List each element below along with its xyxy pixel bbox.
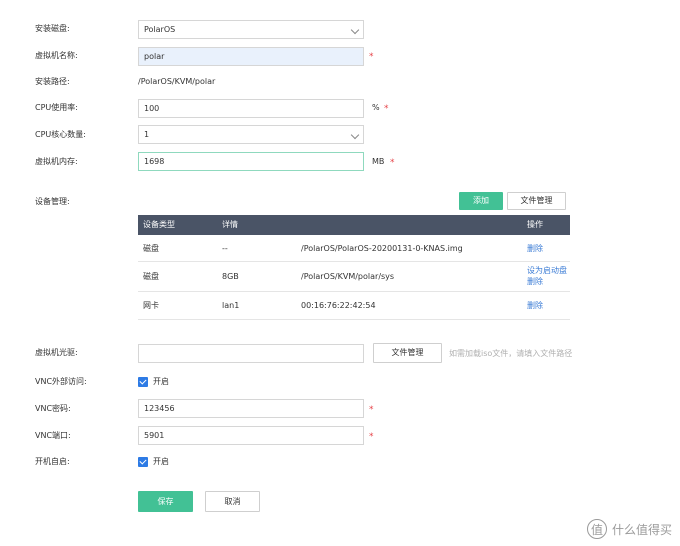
device-path: /PolarOS/PolarOS-20200131-0-KNAS.img [301,244,463,253]
required-mark: * [369,405,374,415]
delete-link[interactable]: 删除 [527,243,543,255]
watermark-logo: 值 [586,519,607,539]
chevron-down-icon [350,130,360,140]
device-detail: 8GB [222,272,239,281]
vm-name-label: 虚拟机名称: [35,51,78,60]
disk-select-value: PolarOS [144,25,176,34]
column-header-type: 设备类型 [143,220,175,229]
memory-value: 1698 [144,157,165,166]
device-table: 设备类型 详情 操作 磁盘 -- /PolarOS/PolarOS-202001… [138,215,570,320]
autostart-option[interactable]: 开启 [153,456,169,468]
disk-label: 安装磁盘: [35,24,70,33]
memory-input[interactable]: 1698 [138,152,364,171]
chevron-down-icon [350,25,360,35]
column-header-detail: 详情 [222,220,238,229]
watermark: 值 什么值得买 [586,519,672,539]
table-row: 网卡 lan1 00:16:76:22:42:54 删除 [138,292,570,320]
required-mark: * [369,432,374,442]
required-mark: * [369,52,374,62]
vnc-access-option[interactable]: 开启 [153,376,169,388]
save-button[interactable]: 保存 [138,491,193,512]
cpu-usage-value: 100 [144,104,160,113]
autostart-label: 开机自启: [35,457,70,466]
add-device-button[interactable]: 添加 [459,192,503,210]
vnc-port-value: 5901 [144,431,165,440]
device-path: 00:16:76:22:42:54 [301,301,376,310]
cpu-cores-value: 1 [144,130,150,139]
memory-label: 虚拟机内存: [35,157,78,166]
cpu-usage-input[interactable]: 100 [138,99,364,118]
cdrom-input[interactable] [138,344,364,363]
delete-link[interactable]: 删除 [527,300,543,312]
cdrom-hint: 如需加载iso文件，请填入文件路径 [449,349,573,358]
autostart-checkbox[interactable] [138,457,148,467]
install-path-label: 安装路径: [35,77,70,86]
devices-label: 设备管理: [35,197,70,206]
device-type: 磁盘 [143,244,159,253]
device-path: /PolarOS/KVM/polar/sys [301,272,395,281]
required-mark: * [384,104,389,114]
vm-name-input[interactable]: polar [138,47,364,66]
vnc-password-label: VNC密码: [35,404,71,413]
disk-select[interactable]: PolarOS [138,20,364,39]
device-table-header: 设备类型 详情 操作 [138,215,570,235]
cdrom-file-manager-button[interactable]: 文件管理 [373,343,442,363]
cancel-button[interactable]: 取消 [205,491,260,512]
device-type: 磁盘 [143,272,159,281]
cpu-cores-label: CPU核心数量: [35,130,86,139]
column-header-actions: 操作 [527,220,543,229]
vnc-port-label: VNC端口: [35,431,71,440]
vnc-password-value: 123456 [144,404,175,413]
vm-name-value: polar [144,52,165,61]
device-file-manager-button[interactable]: 文件管理 [507,192,566,210]
device-detail: lan1 [222,301,240,310]
cdrom-label: 虚拟机光驱: [35,348,78,357]
table-row: 磁盘 -- /PolarOS/PolarOS-20200131-0-KNAS.i… [138,235,570,262]
table-row: 磁盘 8GB /PolarOS/KVM/polar/sys 设为启动盘 删除 [138,262,570,292]
vnc-access-label: VNC外部访问: [35,377,87,386]
watermark-text: 什么值得买 [611,522,672,537]
cpu-usage-label: CPU使用率: [35,103,78,112]
cpu-usage-unit: % [372,103,380,112]
install-path-value: /PolarOS/KVM/polar [138,77,216,86]
delete-link[interactable]: 删除 [527,276,543,288]
vnc-password-input[interactable]: 123456 [138,399,364,418]
device-type: 网卡 [143,301,159,310]
memory-unit: MB [372,157,385,166]
vnc-port-input[interactable]: 5901 [138,426,364,445]
device-detail: -- [222,244,228,253]
vnc-access-checkbox[interactable] [138,377,148,387]
required-mark: * [390,158,395,168]
cpu-cores-select[interactable]: 1 [138,125,364,144]
